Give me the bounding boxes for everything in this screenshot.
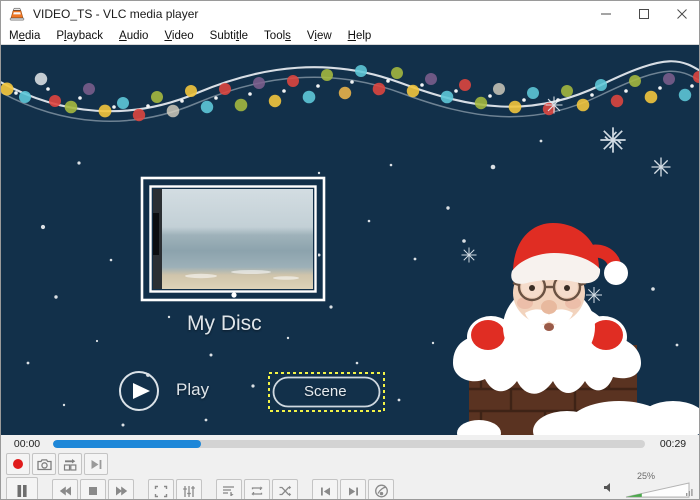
volume-bars-icon <box>686 489 693 496</box>
video-surface[interactable]: My Disc Play Scene VIDEO_TS <box>1 45 699 435</box>
title-bar: VIDEO_TS - VLC media player <box>1 1 699 27</box>
ab-loop-button[interactable] <box>58 453 82 475</box>
previous-button[interactable] <box>52 479 78 499</box>
dvd-menu-button[interactable] <box>368 479 394 499</box>
elapsed-time[interactable]: 00:00 <box>1 438 53 450</box>
menu-item-help[interactable]: Help <box>340 30 380 42</box>
frame-by-frame-button[interactable] <box>84 453 108 475</box>
window-controls <box>587 1 699 27</box>
seek-slider[interactable] <box>53 440 645 448</box>
next-button[interactable] <box>108 479 134 499</box>
menu-item-tools[interactable]: Tools <box>256 30 299 42</box>
menu-item-playback[interactable]: Playback <box>48 30 111 42</box>
stop-button[interactable] <box>80 479 106 499</box>
menu-item-video[interactable]: Video <box>156 30 201 42</box>
disc-title-label: My Disc <box>187 312 262 335</box>
menu-item-audio[interactable]: Audio <box>111 30 156 42</box>
dvd-menu-artwork <box>1 45 699 435</box>
next-chapter-button[interactable] <box>340 479 366 499</box>
playlist-button[interactable] <box>216 479 242 499</box>
menu-item-view[interactable]: View <box>299 30 340 42</box>
minimize-button[interactable] <box>587 1 625 27</box>
playback-controls-row <box>6 477 396 499</box>
vlc-window: VIDEO_TS - VLC media player Media Playba… <box>0 0 700 500</box>
snapshot-button[interactable] <box>32 453 56 475</box>
fullscreen-button[interactable] <box>148 479 174 499</box>
shuffle-button[interactable] <box>272 479 298 499</box>
maximize-button[interactable] <box>625 1 663 27</box>
control-panel: 00:00 00:29 25% <box>1 435 699 499</box>
volume-level-label: 25% <box>637 471 656 481</box>
play-menu-label[interactable]: Play <box>176 380 209 400</box>
prev-chapter-button[interactable] <box>312 479 338 499</box>
speaker-icon[interactable] <box>603 481 617 499</box>
seek-fill <box>53 440 201 448</box>
menu-bar: Media Playback Audio Video Subtitle Tool… <box>1 27 699 45</box>
menu-item-media[interactable]: Media <box>1 30 48 42</box>
close-button[interactable] <box>663 1 699 27</box>
equalizer-button[interactable] <box>176 479 202 499</box>
play-pause-button[interactable] <box>6 477 38 499</box>
beach-ocean-thumbnail <box>140 176 326 302</box>
loop-button[interactable] <box>244 479 270 499</box>
scene-menu-label[interactable]: Scene <box>304 383 347 400</box>
remaining-time[interactable]: 00:29 <box>645 438 699 450</box>
record-button[interactable] <box>6 453 30 475</box>
seek-row: 00:00 00:29 <box>1 435 699 453</box>
volume-slider[interactable] <box>625 481 693 498</box>
menu-item-subtitle[interactable]: Subtitle <box>202 30 256 42</box>
advanced-controls-row <box>6 453 110 475</box>
window-title: VIDEO_TS - VLC media player <box>33 7 199 21</box>
vlc-cone-icon <box>8 6 26 22</box>
volume-control[interactable]: 25% <box>599 471 695 499</box>
